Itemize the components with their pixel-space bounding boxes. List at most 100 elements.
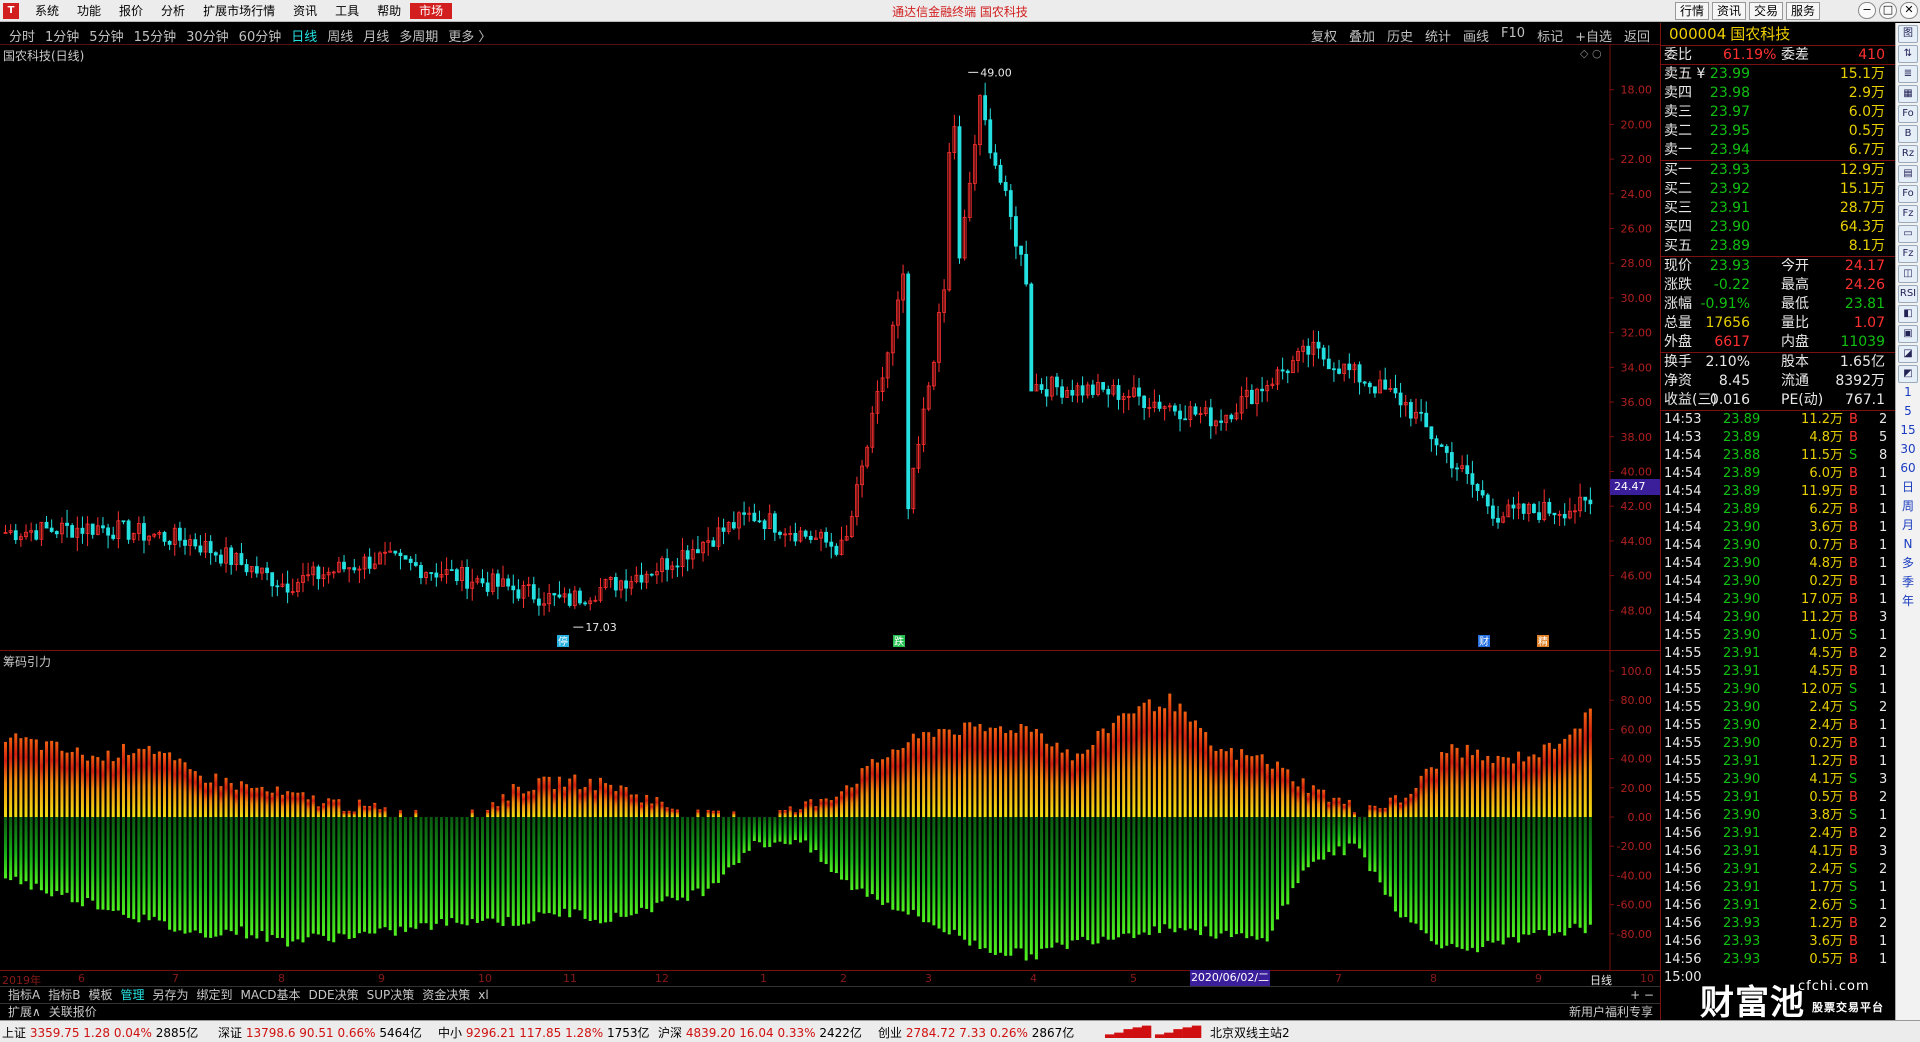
indicator-tab-5[interactable]: 绑定到 [193, 988, 237, 1002]
menu-item-6[interactable]: 工具 [326, 3, 368, 19]
sub-tab-0[interactable]: 扩展∧ [4, 1005, 45, 1019]
tick-row[interactable]: 14:54 23.90 0.2万 B 1 [1661, 573, 1895, 591]
tick-row[interactable]: 14:54 23.90 11.2万 B 3 [1661, 609, 1895, 627]
tick-row[interactable]: 14:56 23.93 0.5万 B 1 [1661, 951, 1895, 969]
tick-row[interactable]: 14:56 23.90 3.8万 S 1 [1661, 807, 1895, 825]
sidebar-tool-icon-5[interactable]: B [1898, 125, 1918, 143]
sidebar-tool-icon-3[interactable]: ▦ [1898, 85, 1918, 103]
sub-tab-1[interactable]: 关联报价 [45, 1005, 101, 1019]
tick-row[interactable]: 14:54 23.90 3.6万 B 1 [1661, 519, 1895, 537]
sidebar-period-多[interactable]: 多 [1896, 554, 1920, 573]
sidebar-tool-icon-2[interactable]: ≣ [1898, 65, 1918, 83]
indicator-tab-3[interactable]: 管理 [116, 988, 148, 1002]
tick-row[interactable]: 14:54 23.89 6.0万 B 1 [1661, 465, 1895, 483]
zoom-buttons[interactable]: + − [1626, 987, 1658, 1003]
indicator-canvas[interactable]: 100.080.0060.0040.0020.000.00-20.00-40.0… [0, 651, 1660, 971]
tool-button-6[interactable]: 标记 [1531, 26, 1569, 45]
menu-item-2[interactable]: 报价 [110, 3, 152, 19]
sidebar-tool-icon-11[interactable]: Fz [1898, 245, 1918, 263]
title-button-3[interactable]: 服务 [1785, 2, 1820, 20]
title-button-1[interactable]: 资讯 [1711, 2, 1746, 20]
tick-row[interactable]: 14:56 23.91 2.6万 S 1 [1661, 897, 1895, 915]
period-tab-10[interactable]: 更多 〉 [443, 26, 496, 45]
tick-row[interactable]: 14:56 23.93 1.2万 B 2 [1661, 915, 1895, 933]
sidebar-period-15[interactable]: 15 [1896, 421, 1920, 440]
indicator-tab-6[interactable]: MACD基本 [237, 988, 305, 1002]
sidebar-tool-icon-8[interactable]: Fo [1898, 185, 1918, 203]
sidebar-tool-icon-15[interactable]: ▣ [1898, 325, 1918, 343]
main-kline-chart[interactable]: 48.00 46.00 44.00 42.00 40.00 38.00 36.00 34.00… [0, 45, 1660, 650]
tick-row[interactable]: 14:55 23.91 1.2万 B 1 [1661, 753, 1895, 771]
menu-item-4[interactable]: 扩展市场行情 [194, 3, 284, 19]
sidebar-tool-icon-17[interactable]: ◩ [1898, 365, 1918, 383]
tool-button-1[interactable]: 叠加 [1343, 26, 1381, 45]
sidebar-period-N[interactable]: N [1896, 535, 1920, 554]
title-button-2[interactable]: 交易 [1748, 2, 1783, 20]
tool-button-5[interactable]: F10 [1495, 26, 1531, 45]
sidebar-period-季[interactable]: 季 [1896, 573, 1920, 592]
tick-row[interactable]: 14:54 23.89 6.2万 B 1 [1661, 501, 1895, 519]
index-2[interactable]: 中小 9296.21 117.85 1.28% 1753亿 [438, 1024, 650, 1041]
tick-row[interactable]: 14:55 23.90 0.2万 B 1 [1661, 735, 1895, 753]
period-tab-0[interactable]: 分时 [4, 26, 40, 45]
indicator-tab-2[interactable]: 模板 [84, 988, 116, 1002]
tick-row[interactable]: 14:54 23.90 0.7万 B 1 [1661, 537, 1895, 555]
tool-button-8[interactable]: 返回 [1618, 26, 1656, 45]
tick-row[interactable]: 14:55 23.91 4.5万 B 1 [1661, 663, 1895, 681]
sidebar-tool-icon-16[interactable]: ◪ [1898, 345, 1918, 363]
sidebar-period-60[interactable]: 60 [1896, 459, 1920, 478]
tick-row[interactable]: 14:56 23.91 4.1万 B 3 [1661, 843, 1895, 861]
tool-button-7[interactable]: +自选 [1569, 26, 1618, 45]
tick-row[interactable]: 14:55 23.90 2.4万 S 2 [1661, 699, 1895, 717]
sidebar-tool-icon-14[interactable]: ◧ [1898, 305, 1918, 323]
minimize-icon[interactable]: − [1858, 2, 1876, 19]
indicator-tab-9[interactable]: 资金决策 [418, 988, 474, 1002]
tool-button-4[interactable]: 画线 [1457, 26, 1495, 45]
menu-item-1[interactable]: 功能 [68, 3, 110, 19]
tick-row[interactable]: 14:54 23.88 11.5万 S 8 [1661, 447, 1895, 465]
close-icon[interactable]: ✕ [1900, 2, 1918, 19]
indicator-chart[interactable]: 筹码引力 100.0 80.00 60.00 40.00 20.00 0.00 -20.00… [0, 650, 1660, 971]
indicator-tab-0[interactable]: 指标A [4, 988, 44, 1002]
tool-button-0[interactable]: 复权 [1305, 26, 1343, 45]
tool-button-2[interactable]: 历史 [1381, 26, 1419, 45]
sidebar-period-月[interactable]: 月 [1896, 516, 1920, 535]
tick-row[interactable]: 14:56 23.91 2.4万 S 2 [1661, 861, 1895, 879]
tick-row[interactable]: 14:55 23.90 1.0万 S 1 [1661, 627, 1895, 645]
indicator-tab-10[interactable]: xl [474, 988, 492, 1002]
menu-item-5[interactable]: 资讯 [284, 3, 326, 19]
period-tab-4[interactable]: 30分钟 [181, 26, 234, 45]
period-tab-2[interactable]: 5分钟 [84, 26, 128, 45]
tool-button-3[interactable]: 统计 [1419, 26, 1457, 45]
title-button-0[interactable]: 行情 [1674, 2, 1709, 20]
sidebar-tool-icon-6[interactable]: Rz [1898, 145, 1918, 163]
sidebar-period-日[interactable]: 日 [1896, 478, 1920, 497]
sidebar-period-30[interactable]: 30 [1896, 440, 1920, 459]
index-1[interactable]: 深证 13798.6 90.51 0.66% 5464亿 [218, 1024, 422, 1041]
indicator-tab-7[interactable]: DDE决策 [305, 988, 363, 1002]
index-0[interactable]: 上证 3359.75 1.28 0.04% 2885亿 [2, 1024, 198, 1041]
maximize-icon[interactable]: □ [1879, 2, 1897, 19]
indicator-tab-8[interactable]: SUP决策 [363, 988, 419, 1002]
index-3[interactable]: 沪深 4839.20 16.04 0.33% 2422亿 [658, 1024, 862, 1041]
sidebar-period-5[interactable]: 5 [1896, 402, 1920, 421]
promo-link[interactable]: 新用户福利专享 [1565, 1004, 1657, 1020]
period-tab-8[interactable]: 月线 [358, 26, 394, 45]
tick-list[interactable]: 14:53 23.89 11.2万 B 2 14:53 23.89 4.8万 B 5 14:54 23… [1661, 410, 1895, 987]
period-tab-6[interactable]: 日线 [286, 26, 322, 45]
tick-row[interactable]: 14:56 23.91 1.7万 S 1 [1661, 879, 1895, 897]
sidebar-tool-icon-0[interactable]: 图 [1898, 25, 1918, 43]
period-tab-7[interactable]: 周线 [322, 26, 358, 45]
sidebar-period-周[interactable]: 周 [1896, 497, 1920, 516]
sidebar-period-年[interactable]: 年 [1896, 592, 1920, 611]
tick-row[interactable]: 14:56 23.91 2.4万 B 2 [1661, 825, 1895, 843]
menu-item-7[interactable]: 帮助 [368, 3, 410, 19]
tick-row[interactable]: 14:56 23.93 3.6万 B 1 [1661, 933, 1895, 951]
sidebar-tool-icon-10[interactable]: ▭ [1898, 225, 1918, 243]
sidebar-tool-icon-1[interactable]: ⇅ [1898, 45, 1918, 63]
menu-item-0[interactable]: 系统 [26, 3, 68, 19]
indicator-tab-4[interactable]: 另存为 [148, 988, 192, 1002]
tick-row[interactable]: 14:55 23.90 12.0万 S 1 [1661, 681, 1895, 699]
sidebar-tool-icon-9[interactable]: Fz [1898, 205, 1918, 223]
kline-canvas[interactable]: 48.0046.0044.0042.0040.0038.0036.0034.00… [0, 45, 1660, 650]
